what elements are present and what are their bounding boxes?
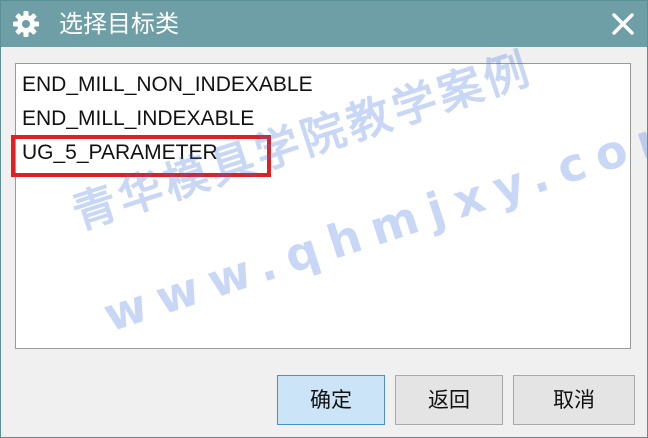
- title-bar[interactable]: 选择目标类: [1, 1, 647, 47]
- gear-icon: [13, 11, 39, 37]
- select-target-class-dialog: 选择目标类 END_MILL_NON_INDEXABLE END_MILL_IN…: [0, 0, 648, 438]
- back-button[interactable]: 返回: [395, 375, 503, 425]
- list-item[interactable]: END_MILL_NON_INDEXABLE: [22, 68, 313, 102]
- cancel-button[interactable]: 取消: [513, 375, 635, 425]
- target-class-list[interactable]: END_MILL_NON_INDEXABLE END_MILL_INDEXABL…: [15, 63, 631, 349]
- list-item-selected[interactable]: UG_5_PARAMETER: [22, 136, 218, 170]
- ok-button[interactable]: 确定: [277, 375, 385, 425]
- list-item[interactable]: END_MILL_INDEXABLE: [22, 102, 254, 136]
- close-icon[interactable]: [607, 8, 639, 40]
- dialog-title: 选择目标类: [59, 10, 179, 38]
